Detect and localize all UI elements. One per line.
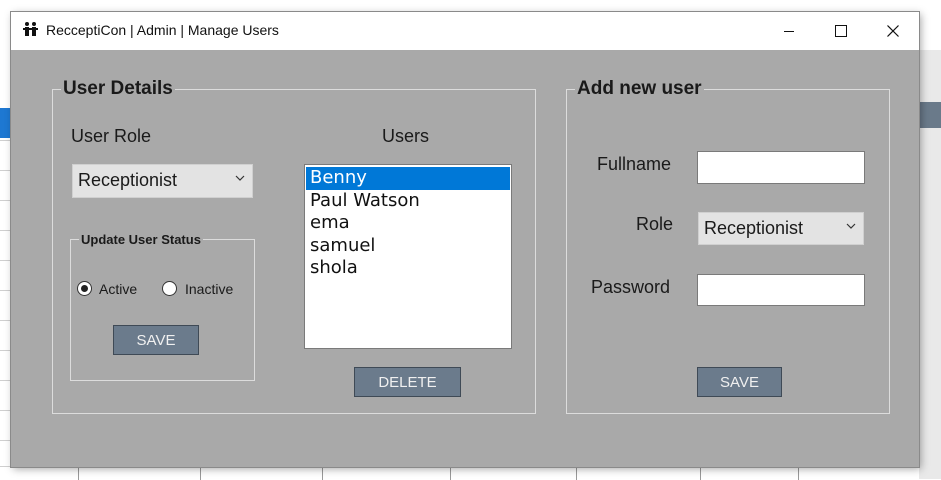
background-button — [919, 102, 941, 128]
password-input[interactable] — [697, 274, 865, 306]
minimize-icon — [784, 31, 794, 32]
fullname-input[interactable] — [697, 151, 865, 184]
window-title: RecceptiCon | Admin | Manage Users — [46, 22, 279, 38]
new-user-role-select-value: Receptionist — [704, 218, 804, 238]
background-row-line — [0, 440, 11, 441]
add-new-user-legend: Add new user — [577, 78, 702, 99]
save-status-button[interactable]: SAVE — [113, 325, 199, 355]
fullname-label: Fullname — [597, 154, 672, 174]
update-user-status-legend: Update User Status — [81, 232, 201, 247]
user-details-legend: User Details — [63, 78, 173, 99]
list-item[interactable]: ema — [306, 212, 510, 235]
user-role-select[interactable]: Receptionist — [72, 164, 253, 198]
delete-user-button[interactable]: DELETE — [354, 367, 461, 397]
background-row-line — [0, 410, 11, 411]
minimize-button[interactable] — [763, 12, 815, 50]
users-icon — [23, 22, 38, 36]
background-row-line — [0, 170, 11, 171]
background-column-divider — [200, 467, 201, 480]
background-row-line — [0, 350, 11, 351]
background-app-right — [919, 50, 941, 479]
users-listbox[interactable]: Benny Paul Watson ema samuel shola — [304, 164, 512, 349]
background-row-line — [0, 140, 11, 141]
background-column-divider — [322, 467, 323, 480]
update-user-status-group: Update User Status — [70, 232, 255, 381]
active-radio[interactable] — [77, 281, 92, 296]
manage-users-window: RecceptiCon | Admin | Manage Users User … — [11, 12, 919, 467]
background-row-line — [0, 380, 11, 381]
inactive-radio-label[interactable]: Inactive — [185, 281, 233, 297]
user-role-select-value: Receptionist — [78, 170, 178, 190]
background-column-divider — [78, 467, 79, 480]
new-user-role-select[interactable]: Receptionist — [698, 212, 864, 245]
list-item[interactable]: Benny — [306, 167, 510, 190]
maximize-icon — [835, 25, 847, 37]
role-label: Role — [636, 214, 674, 234]
background-row-line — [0, 320, 11, 321]
close-button[interactable] — [867, 12, 919, 50]
title-bar: RecceptiCon | Admin | Manage Users — [11, 12, 919, 50]
background-column-divider — [798, 467, 799, 480]
background-app-bottom — [0, 466, 941, 480]
users-label: Users — [382, 126, 430, 146]
radio-selected-dot — [81, 285, 88, 292]
background-selected-row — [0, 108, 11, 138]
background-column-divider — [450, 467, 451, 480]
maximize-button[interactable] — [815, 12, 867, 50]
save-new-user-button[interactable]: SAVE — [697, 367, 782, 397]
add-new-user-group: Add new user — [566, 78, 890, 414]
background-app-left — [0, 0, 11, 479]
background-row-line — [0, 290, 11, 291]
active-radio-label[interactable]: Active — [99, 281, 137, 297]
background-row-line — [0, 230, 11, 231]
background-column-divider — [700, 467, 701, 480]
chevron-down-icon — [846, 223, 856, 229]
list-item[interactable]: samuel — [306, 235, 510, 258]
background-column-divider — [576, 467, 577, 480]
inactive-radio[interactable] — [162, 281, 177, 296]
close-icon — [887, 25, 899, 37]
background-row-line — [0, 260, 11, 261]
background-row-line — [0, 200, 11, 201]
password-label: Password — [591, 277, 671, 297]
list-item[interactable]: Paul Watson — [306, 190, 510, 213]
chevron-down-icon — [235, 175, 245, 181]
list-item[interactable]: shola — [306, 257, 510, 280]
user-role-label: User Role — [71, 126, 152, 146]
